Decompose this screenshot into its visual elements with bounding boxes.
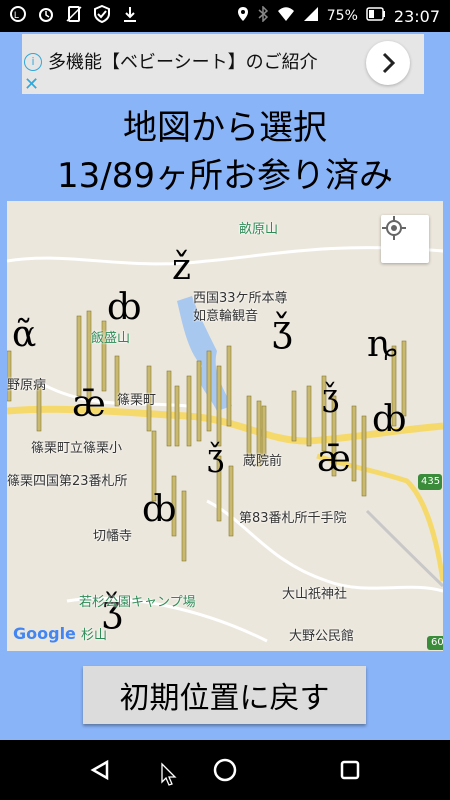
ad-banner[interactable]: i 多機能【ベビーシート】のご紹介 (22, 34, 424, 94)
crosshair-icon (382, 216, 406, 240)
signal-icon (303, 6, 319, 26)
route-number: 435 (421, 476, 441, 487)
map-label: 篠栗町立篠栗小 (31, 441, 123, 456)
my-location-button[interactable] (381, 215, 429, 263)
map-label: 杉山 (81, 628, 108, 643)
info-icon[interactable]: i (24, 53, 42, 71)
status-bar: L 75% 23:07 (0, 0, 450, 32)
map-label: 如意輪観音 (193, 309, 259, 324)
map-label: 若杉公園キャンプ場 (79, 595, 196, 610)
svg-text:ᾶ: ᾶ (12, 314, 36, 355)
recents-square-icon[interactable] (335, 755, 365, 785)
location-icon (237, 6, 249, 26)
svg-text:ǣ: ǣ (317, 439, 351, 480)
map-label: 篠栗町 (117, 393, 157, 408)
no-sim-icon (64, 4, 84, 24)
wifi-icon (277, 6, 295, 26)
svg-text:ȸ: ȸ (142, 489, 177, 530)
clock: 23:07 (393, 6, 440, 26)
status-right: 75% 23:07 (237, 5, 440, 26)
ad-close-icon[interactable]: ✕ (24, 74, 39, 95)
battery-icon (366, 7, 386, 25)
navigation-bar (0, 740, 450, 800)
map-label: 切幡寺 (93, 529, 133, 544)
alarm-icon (36, 4, 56, 24)
map-view[interactable]: ž ȸ ᾶ ǯ ȵ ǣ ȸ ǯ ǣ ǯ ȸ ǯ 畝原山 西国33ケ所本尊 如意輪… (7, 201, 443, 651)
battery-percent: 75% (326, 8, 358, 24)
map-label: 第83番札所千手院 (239, 511, 347, 526)
svg-text:ȸ: ȸ (372, 399, 407, 440)
svg-text:ȸ: ȸ (107, 287, 142, 328)
map-label: 畝原山 (239, 222, 279, 237)
svg-text:ȵ: ȵ (367, 324, 397, 365)
back-triangle-icon[interactable] (85, 755, 115, 785)
chevron-right-icon[interactable] (366, 41, 410, 85)
road (36, 379, 188, 408)
visit-progress: 13/89ヶ所お参り済み (57, 156, 393, 196)
svg-text:ǣ: ǣ (72, 384, 106, 425)
route-number: 60 (431, 637, 443, 648)
home-circle-icon[interactable] (210, 755, 240, 785)
download-icon (120, 4, 140, 24)
page-title: 地図から選択 (123, 108, 327, 148)
bluetooth-icon (257, 5, 269, 26)
map-label: 大山祇神社 (282, 587, 348, 602)
reset-position-button[interactable]: 初期位置に戻す (83, 666, 366, 724)
ad-text[interactable]: 多機能【ベビーシート】のご紹介 (48, 48, 318, 74)
status-left: L (8, 4, 140, 24)
svg-text:ǯ: ǯ (322, 379, 339, 414)
road (7, 246, 443, 266)
map-label: 篠栗四国第23番札所 (7, 474, 128, 489)
svg-text:ǯ: ǯ (272, 309, 292, 350)
shield-check-icon (92, 4, 112, 24)
map-label: 大野公民館 (289, 629, 355, 644)
map-label: 飯盛山 (91, 331, 131, 346)
svg-text:ǯ: ǯ (207, 439, 224, 474)
svg-text:ž: ž (172, 247, 191, 288)
map-canvas: ž ȸ ᾶ ǯ ȵ ǣ ȸ ǯ ǣ ǯ ȸ ǯ (7, 246, 443, 650)
map-label: 野原病 (7, 378, 47, 393)
map-label: 西国33ケ所本尊 (193, 291, 288, 306)
google-logo[interactable]: Google (13, 624, 76, 643)
map-label: 蔵院前 (243, 454, 283, 469)
svg-text:L: L (14, 10, 19, 20)
launcher-icon: L (8, 4, 28, 24)
cursor-icon (160, 762, 178, 792)
